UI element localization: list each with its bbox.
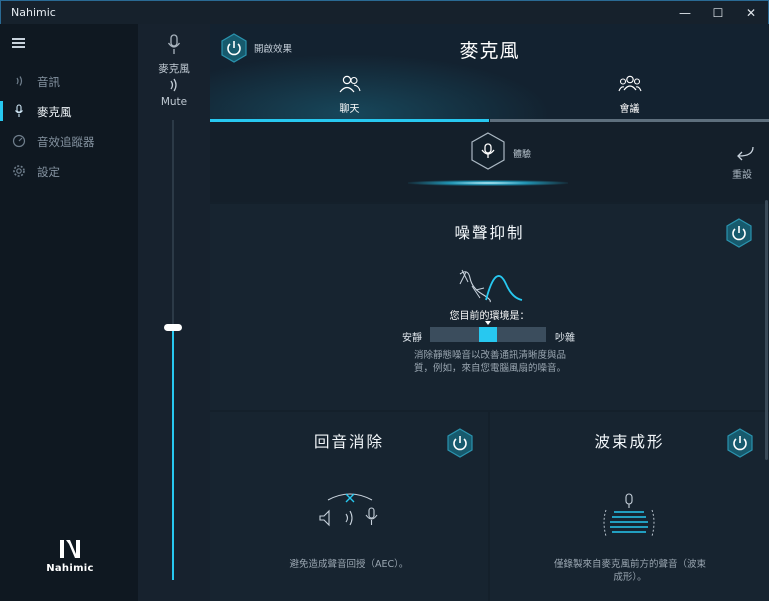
group-icon <box>618 75 642 92</box>
beamforming-icon <box>603 493 655 537</box>
tab-meeting[interactable]: 會議 <box>490 74 769 120</box>
logo-mark-icon <box>60 540 80 558</box>
volume-slider-thumb[interactable] <box>164 324 182 331</box>
sidebar-item-microphone[interactable]: 麥克風 <box>0 99 138 123</box>
noise-suppression-title: 噪聲抑制 <box>454 224 525 242</box>
reset-icon[interactable] <box>733 144 755 162</box>
device-label: 麥克風 <box>158 63 190 75</box>
environment-title: 您目前的環境是： <box>449 311 530 322</box>
sidebar-item-settings[interactable]: 設定 <box>0 159 138 183</box>
microphone-icon <box>12 104 26 118</box>
sidebar: 音訊 麥克風 音效追蹤器 設定 Nahimic <box>0 24 138 601</box>
microphone-icon <box>167 34 181 54</box>
echo-cancellation-description: 避免造成聲音回授（AEC）。 <box>289 559 409 570</box>
close-button[interactable]: ✕ <box>732 1 769 25</box>
hamburger-menu-icon[interactable] <box>12 38 25 48</box>
page-title: 麥克風 <box>459 40 520 62</box>
app-title: Nahimic <box>11 6 56 19</box>
noise-wave-icon <box>459 269 523 303</box>
scrollbar[interactable] <box>765 200 768 460</box>
beamforming-panel: 波束成形 僅錄製來自麥克風前方的聲音（波束 成形）。 <box>490 412 769 601</box>
sidebar-item-label: 麥克風 <box>37 105 72 119</box>
mute-toggle-icon[interactable] <box>167 78 181 92</box>
experience-profile-label: 體驗 <box>513 150 532 160</box>
users-icon <box>339 75 361 93</box>
tab-chat[interactable]: 聊天 <box>210 74 489 120</box>
header: 開啟效果 麥克風 聊天 會議 <box>210 24 769 122</box>
profile-area: 體驗 重設 <box>210 122 769 202</box>
beamforming-power-button[interactable] <box>726 428 754 458</box>
tab-label: 會議 <box>619 104 640 115</box>
beamforming-description: 僅錄製來自麥克風前方的聲音（波束 成形）。 <box>553 559 706 583</box>
environment-noisy-label: 吵雜 <box>555 333 575 344</box>
profile-highlight <box>408 180 568 186</box>
sidebar-item-label: 設定 <box>37 165 60 179</box>
experience-profile-icon[interactable] <box>470 132 506 170</box>
mute-label[interactable]: Mute <box>138 96 210 108</box>
environment-quiet-label: 安靜 <box>402 333 422 344</box>
active-indicator <box>0 101 3 121</box>
nahimic-logo: Nahimic <box>42 537 98 574</box>
noise-suppression-power-button[interactable] <box>725 218 753 248</box>
environment-meter-fill <box>479 327 497 342</box>
environment-marker <box>485 321 491 325</box>
main-content: 開啟效果 麥克風 聊天 會議 體驗 重設 噪聲抑制 您目前的環境是： 安靜 吵雜… <box>210 24 769 601</box>
echo-cancellation-power-button[interactable] <box>446 428 474 458</box>
speaker-wave-icon <box>12 74 26 88</box>
tab-label: 聊天 <box>339 104 360 115</box>
reset-label[interactable]: 重設 <box>732 166 752 181</box>
title-bar: Nahimic — ☐ ✕ <box>0 0 769 24</box>
noise-suppression-description: 消除靜態噪音以改善通訊清晰度與品 質，例如，來自您電腦風扇的噪音。 <box>413 350 566 374</box>
echo-cancellation-panel: 回音消除 避免造成聲音回授（AEC）。 <box>210 412 488 601</box>
volume-slider-fill <box>172 327 174 580</box>
sidebar-item-tracker[interactable]: 音效追蹤器 <box>0 129 138 153</box>
sidebar-item-audio[interactable]: 音訊 <box>0 69 138 93</box>
tracker-icon <box>12 134 26 148</box>
sidebar-item-label: 音效追蹤器 <box>37 135 95 149</box>
volume-column: 麥克風 Mute <box>138 24 210 601</box>
logo-text: Nahimic <box>46 563 94 574</box>
sidebar-item-label: 音訊 <box>37 75 60 89</box>
echo-cancel-icon <box>319 493 378 527</box>
environment-meter <box>430 327 546 342</box>
gear-icon <box>12 164 26 178</box>
